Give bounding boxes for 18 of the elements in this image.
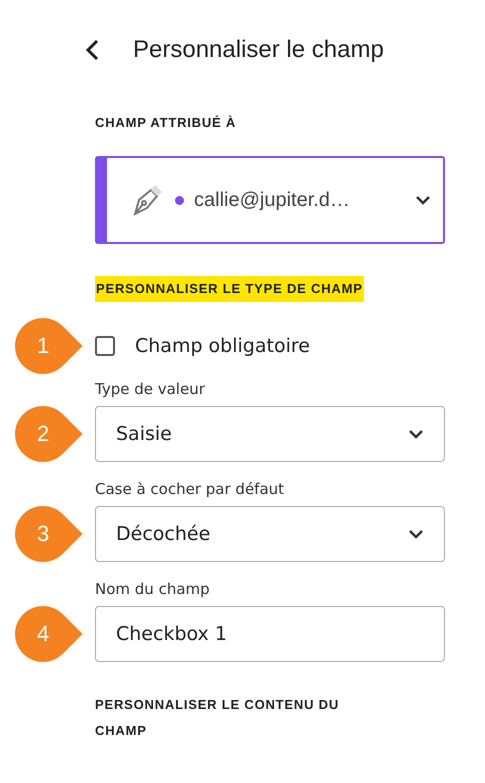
panel-title: Personnaliser le champ bbox=[133, 36, 384, 64]
back-icon[interactable] bbox=[85, 39, 99, 61]
dropdown[interactable]: Décochée bbox=[95, 506, 445, 562]
section-heading: PERSONNALISER LE TYPE DE CHAMP bbox=[95, 276, 364, 302]
section-heading: PERSONNALISER LE CONTENU DU CHAMP bbox=[95, 696, 340, 740]
checkbox[interactable] bbox=[95, 336, 115, 356]
chevron-down-icon bbox=[408, 429, 424, 439]
chevron-down-icon bbox=[415, 195, 431, 205]
dropdown[interactable]: Saisie bbox=[95, 406, 445, 462]
chevron-down-icon bbox=[408, 529, 424, 539]
section-heading: CHAMP ATTRIBUÉ À bbox=[95, 114, 238, 132]
field-label: Type de valeur bbox=[95, 380, 206, 398]
assignee-dropdown[interactable]: callie@jupiter.d… bbox=[95, 156, 445, 244]
input-field[interactable]: Checkbox 1 bbox=[95, 606, 445, 662]
checkbox-label: Champ obligatoire bbox=[135, 335, 310, 357]
field-label: Nom du champ bbox=[95, 580, 211, 598]
assignee-email: callie@jupiter.d… bbox=[194, 188, 351, 212]
field-label: Case à cocher par défaut bbox=[95, 480, 286, 498]
